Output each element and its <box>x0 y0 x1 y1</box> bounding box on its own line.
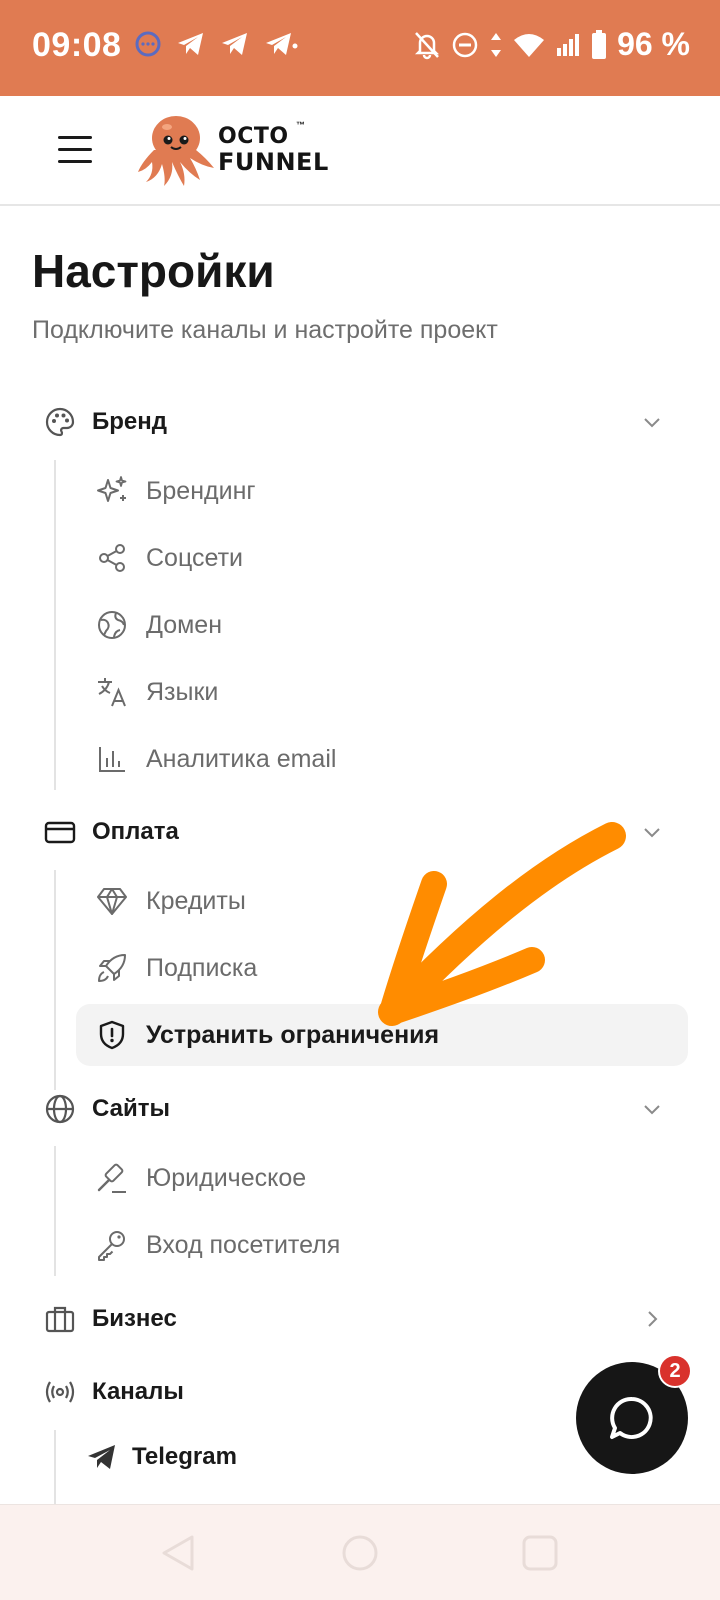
telegram-notification-icon <box>266 33 298 55</box>
logo-text-line2: FUNNEL <box>218 148 329 176</box>
chat-bubble-icon <box>610 1397 653 1439</box>
back-icon[interactable] <box>158 1533 198 1573</box>
channel-telegram-label: Telegram <box>132 1443 237 1470</box>
chevron-down-icon <box>644 1105 660 1115</box>
menu-item-domain[interactable]: Домен <box>76 594 688 656</box>
shield-alert-icon <box>94 1017 130 1053</box>
key-icon <box>94 1227 130 1263</box>
diamond-icon <box>94 883 130 919</box>
telegram-notification-icon <box>222 33 247 55</box>
signal-icon <box>557 33 580 56</box>
data-transfer-icon <box>491 32 502 57</box>
menu-item-legal[interactable]: Юридическое <box>76 1147 688 1209</box>
tree-line-brand <box>54 460 56 790</box>
section-sites-label: Сайты <box>92 1095 170 1122</box>
menu-item-email-analytics[interactable]: Аналитика email <box>76 728 688 790</box>
palette-icon <box>44 406 76 438</box>
menu-item-label: Домен <box>146 610 223 639</box>
section-payment[interactable]: Оплата <box>44 808 684 856</box>
orange-arrow-annotation <box>378 822 626 1026</box>
briefcase-icon <box>44 1303 76 1335</box>
credit-card-icon <box>44 816 76 848</box>
status-time: 09:08 <box>32 26 122 64</box>
home-icon[interactable] <box>340 1533 380 1573</box>
chevron-right-icon <box>648 1311 658 1327</box>
section-brand-label: Бренд <box>92 408 167 435</box>
menu-item-label: Юридическое <box>146 1163 307 1192</box>
do-not-disturb-icon <box>452 32 478 57</box>
section-brand[interactable]: Бренд <box>44 398 684 446</box>
menu-item-languages[interactable]: Языки <box>76 661 688 723</box>
bell-off-icon <box>415 31 440 59</box>
share-icon <box>94 540 130 576</box>
chat-unread-badge: 2 <box>658 1354 692 1388</box>
tree-line-payment <box>54 870 56 1090</box>
menu-item-social[interactable]: Соцсети <box>76 527 688 589</box>
sparkles-icon <box>94 473 130 509</box>
menu-item-label: Соцсети <box>146 543 243 572</box>
system-navigation-bar <box>0 1504 720 1600</box>
battery-percent: 96 % <box>617 26 690 62</box>
notification-icons <box>134 30 298 58</box>
menu-item-label: Кредиты <box>146 886 246 915</box>
status-bar: 09:08 96 % <box>0 0 720 96</box>
menu-item-label: Аналитика email <box>146 744 337 773</box>
menu-item-label: Языки <box>146 677 219 706</box>
globe-grid-icon <box>94 607 130 643</box>
telegram-notification-icon <box>178 33 203 55</box>
system-icons: 96 % <box>413 26 690 63</box>
menu-item-label: Подписка <box>146 953 258 982</box>
menu-icon[interactable] <box>58 136 92 164</box>
page-title: Настройки <box>32 245 275 297</box>
translate-icon <box>94 674 130 710</box>
wifi-icon <box>514 33 545 57</box>
globe-icon <box>44 1093 76 1125</box>
recents-icon[interactable] <box>520 1533 560 1573</box>
gavel-icon <box>94 1160 130 1196</box>
menu-item-credits[interactable]: Кредиты <box>76 870 688 932</box>
menu-item-visitor-login[interactable]: Вход посетителя <box>76 1214 688 1276</box>
broadcast-icon <box>44 1376 76 1408</box>
logo-text-line1: OCTO <box>218 124 289 149</box>
telegram-icon <box>86 1441 118 1473</box>
app-header: OCTO ™ FUNNEL <box>0 96 720 206</box>
menu-item-branding[interactable]: Брендинг <box>76 460 688 522</box>
battery-icon <box>592 29 607 59</box>
section-business-label: Бизнес <box>92 1305 177 1332</box>
menu-item-label: Вход посетителя <box>146 1230 341 1259</box>
page-subtitle: Подключите каналы и настройте проект <box>32 316 498 344</box>
chevron-down-icon <box>644 828 660 838</box>
section-payment-label: Оплата <box>92 818 179 845</box>
section-business[interactable]: Бизнес <box>44 1295 684 1343</box>
octopus-logo-icon <box>138 116 214 186</box>
section-channels-label: Каналы <box>92 1378 184 1405</box>
chat-notification-icon <box>135 31 161 57</box>
menu-item-label: Устранить ограничения <box>146 1020 440 1049</box>
chevron-down-icon <box>644 418 660 428</box>
octofunnel-logo[interactable]: OCTO ™ FUNNEL <box>136 112 346 192</box>
tree-line-sites <box>54 1146 56 1276</box>
tree-line-channels <box>54 1430 56 1504</box>
section-sites[interactable]: Сайты <box>44 1085 684 1133</box>
rocket-icon <box>94 950 130 986</box>
menu-item-subscription[interactable]: Подписка <box>76 937 688 999</box>
bar-chart-icon <box>94 741 130 777</box>
menu-item-label: Брендинг <box>146 476 256 505</box>
menu-item-remove-limits[interactable]: Устранить ограничения <box>76 1004 688 1066</box>
logo-trademark: ™ <box>296 120 305 130</box>
